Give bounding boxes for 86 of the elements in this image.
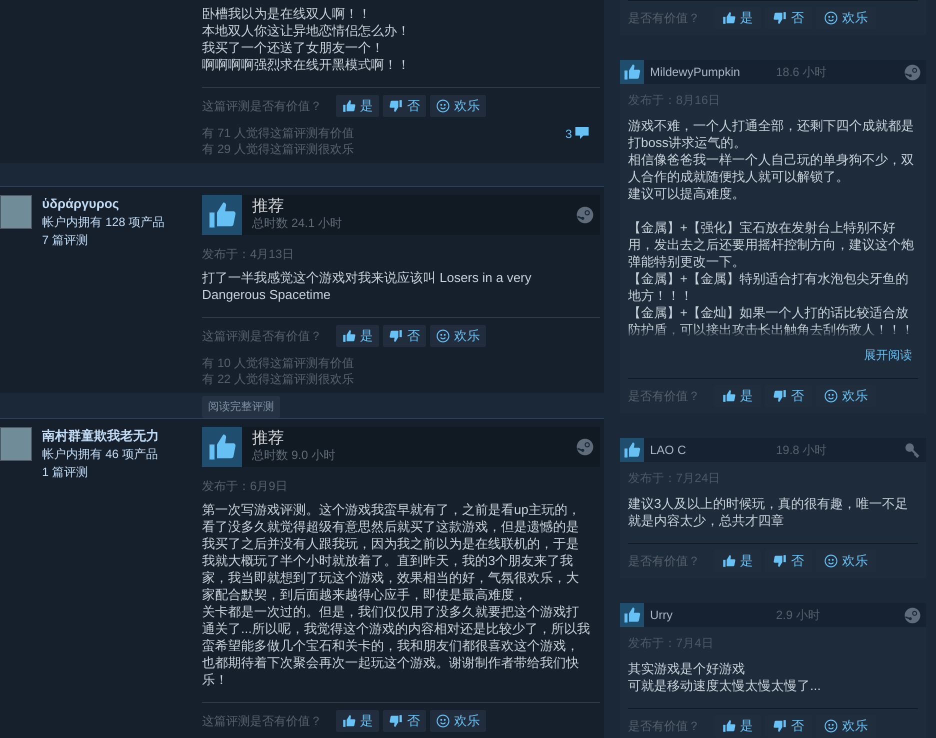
funny-button[interactable]: 欢乐: [430, 710, 486, 732]
helpful-prompt: 是否有价值？: [628, 388, 700, 405]
helpful-prompt: 是否有价值？: [628, 10, 700, 27]
smiley-icon: [824, 11, 838, 25]
no-button[interactable]: 否: [383, 324, 426, 347]
review-text: 其实游戏是个好游戏: [628, 660, 746, 677]
helpful-prompt: 这篇评测是否有价值？: [202, 328, 322, 345]
thumbs-down-icon: [773, 719, 787, 733]
funny-button[interactable]: 欢乐: [430, 95, 486, 117]
review-text: 我买了一个还送了女朋友一个！: [202, 39, 385, 56]
review-text: 本地双人你这让异地恋情侣怎么办！: [202, 22, 411, 39]
steam-icon: [904, 64, 921, 80]
steam-icon: [576, 438, 594, 456]
thumbs-up-icon: [722, 11, 736, 25]
yes-button[interactable]: 是: [336, 95, 379, 117]
no-button[interactable]: 否: [383, 710, 426, 732]
thumbs-down-icon: [389, 714, 403, 728]
author-name[interactable]: LAO C: [650, 441, 776, 459]
products-count: 帐户内拥有 128 项产品: [42, 214, 165, 231]
review-text: 啊啊啊啊强烈求在线开黑模式啊！！: [202, 56, 411, 73]
helpful-prompt: 是否有价值？: [628, 718, 700, 735]
author-name[interactable]: ὑδράργυρος: [42, 194, 165, 213]
review-text: 【金属】+【金属】特别适合打有水泡包尖牙鱼的地方！！！: [628, 270, 910, 304]
author-name[interactable]: Urry: [650, 606, 776, 624]
review-text: 【金属】+【金灿】如果一个人打的话比较适合放防护盾，可以接出攻击长出触角去刮伤敌人！！！: [628, 304, 915, 338]
smiley-icon: [436, 99, 450, 113]
playtime: 19.8 小时: [776, 442, 828, 459]
read-full-review-button[interactable]: 阅读完整评测: [202, 396, 280, 418]
thumbs-down-icon: [773, 554, 787, 568]
yes-button[interactable]: 是: [336, 324, 379, 347]
review-text: 【金属】+【强化】宝石放在发射台上特别不好用，发出去之后还要用摇杆控制方向，建议这个炮弹能特别更改一下。: [628, 219, 915, 270]
helpful-prompt: 这篇评测是否有价值？: [202, 98, 322, 115]
yes-button[interactable]: 是: [336, 710, 379, 732]
key-icon: [904, 442, 921, 458]
thumbs-up-icon: [722, 389, 736, 403]
steam-icon: [576, 206, 594, 224]
playtime: 18.6 小时: [776, 64, 828, 81]
review-text: 建议3人及以上的时候玩，真的很有趣，唯一不足就是内容太少，总共才四章: [628, 495, 910, 529]
thumbs-up-icon: [342, 328, 356, 343]
review-text: 打了一半我感觉这个游戏对我来说应该叫 Losers in a very Dangerous Spacetime: [202, 268, 532, 303]
helpful-count: 有 22 人觉得这篇评测很欢乐: [202, 370, 354, 387]
reviews-count[interactable]: 7 篇评测: [42, 230, 165, 249]
thumbs-up-icon: [722, 554, 736, 568]
playtime: 2.9 小时: [776, 607, 822, 624]
smiley-icon: [824, 389, 838, 403]
no-button[interactable]: 否: [383, 95, 426, 117]
helpful-count: 有 10 人觉得这篇评测有价值: [202, 354, 354, 371]
review-text: 相信像爸爸我一样一个人自己玩的单身狗不少，双人合作的成就随便找人就可以解锁了。: [628, 151, 915, 185]
review-text: 可就是移动速度太慢太慢太慢了...: [628, 677, 822, 694]
comment-count[interactable]: 3: [565, 125, 572, 143]
thumbs-down-icon: [773, 11, 787, 25]
review-text: 卧槽我以为是在线双人啊！！: [202, 5, 372, 22]
funny-button[interactable]: 欢乐: [430, 324, 486, 347]
smiley-icon: [824, 554, 838, 568]
smiley-icon: [436, 328, 450, 343]
avatar-placeholder: [0, 427, 32, 461]
helpful-count: 有 71 人觉得这篇评测有价值: [202, 125, 354, 141]
verdict-title: 推荐: [252, 431, 285, 447]
playtime: 总时数 24.1 小时: [252, 214, 344, 231]
helpful-prompt: 这篇评测是否有价值？: [202, 713, 322, 730]
review-text: 建议可以提高难度。: [628, 185, 746, 202]
avatar-placeholder: [0, 194, 32, 229]
author-name[interactable]: 南村群童欺我老无力: [42, 427, 159, 445]
playtime: 总时数 9.0 小时: [252, 447, 336, 463]
review-text: 第一次写游戏评测。这个游戏我蛮早就有了，之前是看up主玩的，看了没多久就觉得超级有意思然后就买了这款游戏，但是遗憾的是我买了之后并没有人跟我玩，因为我之前以为是在线联机的，于是我就大概玩了半个小时就放着了。直到昨天，我的3个朋友来了我家，我当即就想到了玩这个游戏，效果相当的好，气氛很欢乐，大家配合默契，到后面越来越得心应手，即使是最高难度，: [202, 501, 582, 603]
helpful-prompt: 是否有价值？: [628, 553, 700, 570]
author-name[interactable]: MildewyPumpkin: [650, 63, 776, 81]
steam-icon: [904, 606, 921, 624]
helpful-count: 有 29 人觉得这篇评测很欢乐: [202, 141, 354, 157]
thumbs-down-icon: [773, 389, 787, 403]
thumbs-up-icon: [342, 714, 356, 728]
products-count: 帐户内拥有 46 项产品: [42, 446, 159, 463]
thumbs-down-icon: [389, 99, 403, 113]
smiley-icon: [824, 719, 838, 733]
reviews-count[interactable]: 1 篇评测: [42, 463, 159, 481]
thumbs-down-icon: [389, 328, 403, 343]
posted-date: 发布于：6月9日: [202, 478, 288, 495]
comment-icon: [574, 125, 590, 141]
posted-date: 发布于：4月13日: [202, 246, 296, 263]
smiley-icon: [436, 714, 450, 728]
thumbs-up-icon: [342, 99, 356, 113]
review-text: 关卡都是一次过的。但是，我们仅仅用了没多久就要把这个游戏打通关了...所以呢，我觉得这个游戏的内容相对还是比较少了，所以我蛮希望能多做几个宝石和关卡的，我和朋友们都很喜欢这个游戏，也都期待着下次聚会再次一起玩这个游戏。谢谢制作者带给我们快乐！: [202, 603, 590, 688]
verdict-title: 推荐: [252, 198, 285, 215]
thumbs-up-icon: [722, 719, 736, 733]
review-text: 游戏不难，一个人打通全部，还剩下四个成就都是打boss讲求运气的。: [628, 117, 915, 151]
expand-link[interactable]: 展开阅读: [864, 346, 912, 364]
